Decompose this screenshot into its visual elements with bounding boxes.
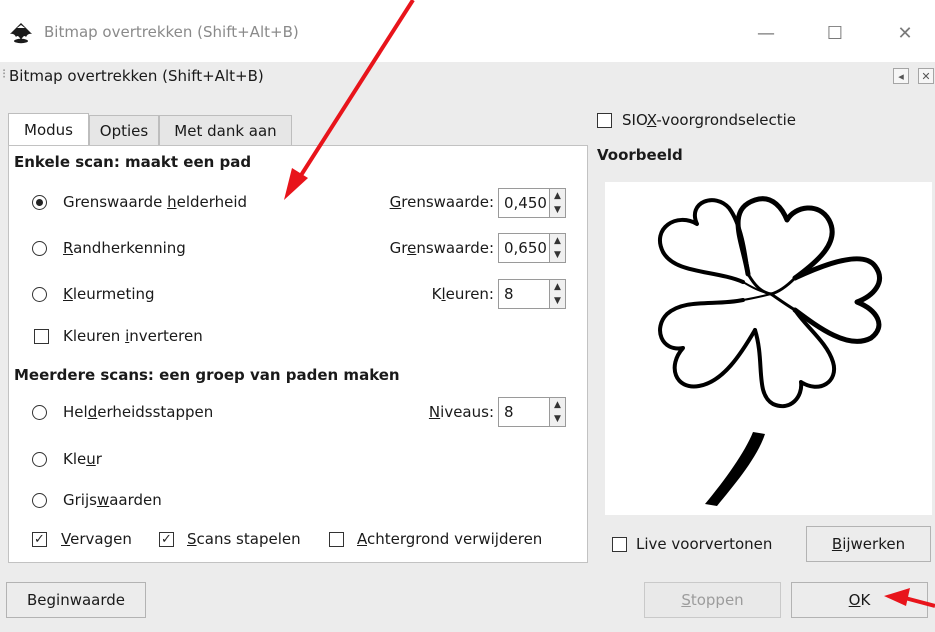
- scans-count-stepper[interactable]: ▲ ▼: [550, 397, 566, 427]
- edge-threshold-stepper[interactable]: ▲ ▼: [550, 233, 566, 263]
- inkscape-app-icon: [10, 23, 32, 44]
- reset-button[interactable]: Beginwaarde: [6, 582, 146, 618]
- spin-down-icon[interactable]: ▼: [554, 250, 561, 260]
- tab-label: Modus: [24, 121, 73, 139]
- radio-edge-detection[interactable]: [32, 241, 47, 256]
- smooth-label[interactable]: Vervagen: [61, 530, 132, 548]
- live-preview-label[interactable]: Live voorvertonen: [636, 535, 772, 553]
- spin-up-icon[interactable]: ▲: [554, 191, 561, 201]
- scans-count-label: Niveaus:: [428, 403, 494, 421]
- trace-preview: [605, 182, 932, 515]
- brightness-cutoff-label[interactable]: Grenswaarde helderheid: [63, 193, 247, 211]
- stack-scans-label[interactable]: Scans stapelen: [187, 530, 301, 548]
- brightness-threshold-label: Grenswaarde:: [389, 193, 494, 211]
- radio-grays[interactable]: [32, 493, 47, 508]
- colors-count-label: Kleuren:: [431, 285, 494, 303]
- remove-background-label[interactable]: Achtergrond verwijderen: [357, 530, 542, 548]
- dock-header: ⁝ Bitmap overtrekken (Shift+Alt+B) ◂ ✕: [0, 62, 935, 93]
- maximize-icon: ☐: [826, 22, 844, 44]
- remove-background-checkbox[interactable]: [329, 532, 344, 547]
- multi-scan-title: Meerdere scans: een groep van paden make…: [14, 366, 400, 384]
- maximize-button[interactable]: ☐: [812, 18, 858, 48]
- siox-checkbox[interactable]: [597, 113, 612, 128]
- stop-button[interactable]: Stoppen: [644, 582, 781, 618]
- radio-brightness-steps[interactable]: [32, 405, 47, 420]
- spin-down-icon[interactable]: ▼: [554, 414, 561, 424]
- scans-count-input[interactable]: 8: [498, 397, 550, 427]
- brightness-steps-label[interactable]: Helderheidsstappen: [63, 403, 213, 421]
- preview-title: Voorbeeld: [597, 146, 683, 164]
- smooth-checkbox[interactable]: ✓: [32, 532, 47, 547]
- minimize-icon: —: [757, 22, 775, 44]
- spin-down-icon[interactable]: ▼: [554, 296, 561, 306]
- siox-label[interactable]: SIOX-voorgrondselectie: [622, 111, 796, 129]
- live-preview-checkbox[interactable]: [612, 537, 627, 552]
- tab-label: Met dank aan: [174, 121, 277, 140]
- clover-preview-image: [658, 196, 882, 506]
- invert-colors-label[interactable]: Kleuren inverteren: [63, 327, 203, 345]
- brightness-threshold-input[interactable]: 0,450: [498, 188, 550, 218]
- dock-grip-icon[interactable]: ⁝: [2, 67, 6, 82]
- spin-up-icon[interactable]: ▲: [554, 236, 561, 246]
- tab-label: Opties: [99, 121, 149, 140]
- tab-opties[interactable]: Opties: [89, 115, 159, 145]
- dock-close-icon: ✕: [921, 69, 931, 83]
- colors-label[interactable]: Kleur: [63, 450, 102, 468]
- edge-threshold-input[interactable]: 0,650: [498, 233, 550, 263]
- color-quantization-label[interactable]: Kleurmeting: [63, 285, 155, 303]
- update-button[interactable]: Bijwerken: [806, 526, 931, 562]
- close-icon: ✕: [897, 22, 913, 44]
- stack-scans-checkbox[interactable]: ✓: [159, 532, 174, 547]
- single-scan-title: Enkele scan: maakt een pad: [14, 153, 252, 171]
- tab-met-dank-aan[interactable]: Met dank aan: [159, 115, 292, 145]
- radio-brightness-cutoff[interactable]: [32, 195, 47, 210]
- tab-modus[interactable]: Modus: [8, 113, 89, 146]
- invert-colors-checkbox[interactable]: [34, 329, 49, 344]
- edge-threshold-label: Grenswaarde:: [389, 239, 494, 257]
- close-button[interactable]: ✕: [882, 18, 928, 48]
- dock-close-button[interactable]: ✕: [918, 68, 934, 84]
- dock-title: Bitmap overtrekken (Shift+Alt+B): [9, 67, 264, 85]
- colors-count-stepper[interactable]: ▲ ▼: [550, 279, 566, 309]
- minimize-button[interactable]: —: [743, 18, 789, 48]
- edge-detection-label[interactable]: Randherkenning: [63, 239, 186, 257]
- iconify-icon: ◂: [898, 69, 904, 83]
- spin-up-icon[interactable]: ▲: [554, 282, 561, 292]
- radio-color-quantization[interactable]: [32, 287, 47, 302]
- brightness-threshold-stepper[interactable]: ▲ ▼: [550, 188, 566, 218]
- colors-count-input[interactable]: 8: [498, 279, 550, 309]
- dock-iconify-button[interactable]: ◂: [893, 68, 909, 84]
- grays-label[interactable]: Grijswaarden: [63, 491, 162, 509]
- window-title: Bitmap overtrekken (Shift+Alt+B): [44, 23, 299, 41]
- spin-up-icon[interactable]: ▲: [554, 400, 561, 410]
- spin-down-icon[interactable]: ▼: [554, 205, 561, 215]
- radio-colors[interactable]: [32, 452, 47, 467]
- ok-button[interactable]: OK: [791, 582, 928, 618]
